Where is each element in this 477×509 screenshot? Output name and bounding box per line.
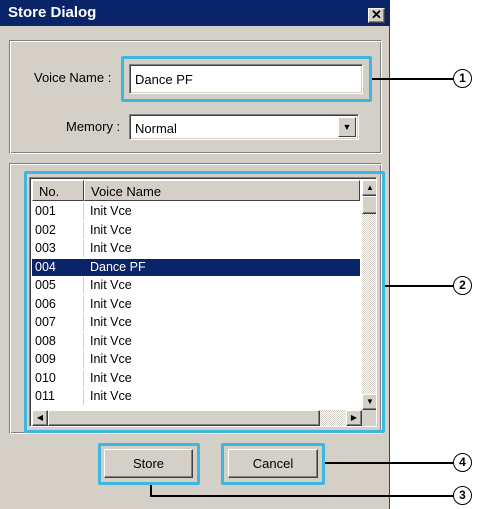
cancel-button-highlight — [221, 443, 325, 485]
callout-3: 3 — [453, 486, 472, 505]
callout-2: 2 — [453, 276, 472, 295]
voice-name-highlight — [121, 56, 372, 102]
voice-list-highlight — [24, 171, 385, 433]
callout-line-3-vertical — [150, 485, 152, 495]
memory-select[interactable]: Normal — [129, 114, 359, 140]
callout-4: 4 — [453, 453, 472, 472]
close-icon[interactable]: ✕ — [368, 8, 385, 23]
title-bar[interactable]: Store Dialog ✕ — [0, 0, 390, 26]
store-button-highlight — [98, 443, 200, 485]
callout-line-4 — [325, 462, 453, 464]
callout-1: 1 — [453, 69, 472, 88]
voice-name-label: Voice Name : — [34, 70, 112, 85]
chevron-down-icon[interactable]: ▼ — [338, 117, 356, 137]
callout-line-3 — [150, 495, 453, 497]
callout-line-2 — [385, 285, 453, 287]
dialog-title: Store Dialog — [8, 4, 97, 21]
callout-line-1 — [372, 78, 453, 80]
memory-label: Memory : — [66, 119, 121, 134]
